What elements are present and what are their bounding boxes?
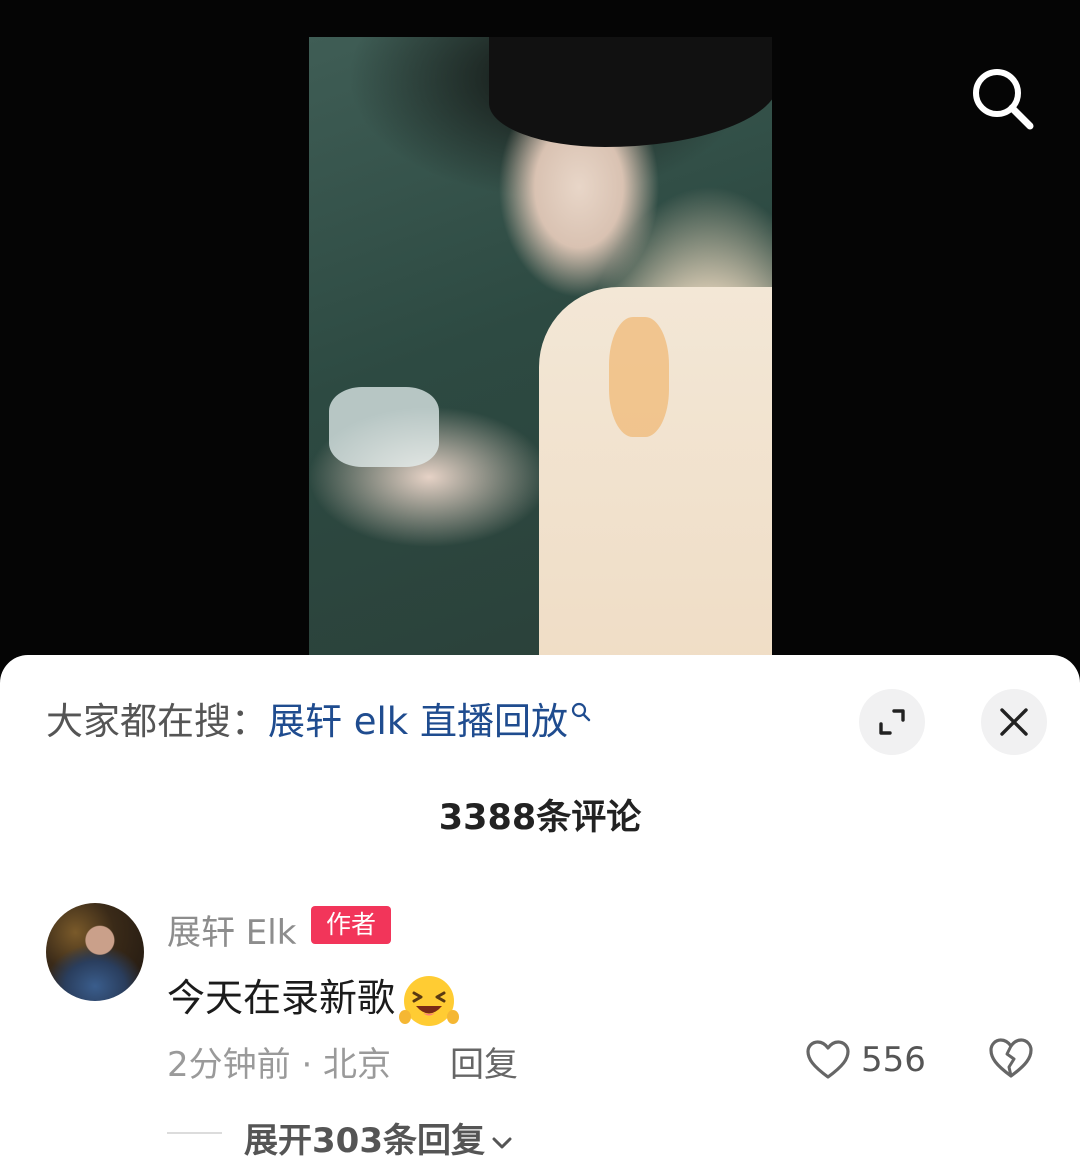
like-count: 556 <box>861 1040 926 1080</box>
avatar[interactable] <box>46 903 144 1001</box>
close-icon <box>1000 708 1028 736</box>
photo-hair <box>489 37 772 147</box>
like-button[interactable]: 556 <box>805 1037 926 1083</box>
dislike-button[interactable] <box>988 1036 1034 1084</box>
expand-replies-label: 展开303条回复 <box>244 1121 485 1161</box>
photo-ice <box>329 387 439 467</box>
comment-text: 今天在录新歌 <box>167 976 396 1020</box>
comment-count: 3388条评论 <box>438 798 642 838</box>
close-button[interactable] <box>981 689 1047 755</box>
comment-time-location: 2分钟前 · 北京 <box>167 1045 392 1085</box>
chevron-down-icon <box>492 1137 512 1148</box>
heart-icon <box>806 1040 850 1079</box>
comments-sheet: 大家都在搜：展轩 elk 直播回放 3388条评论 展轩 Elk 作者 今天在录… <box>0 655 1080 1170</box>
expand-icon <box>879 709 905 735</box>
grinning-squinting-face-emoji <box>399 975 460 1026</box>
author-badge: 作者 <box>311 906 391 944</box>
comment-body: 今天在录新歌 <box>167 967 460 1029</box>
expand-replies-button[interactable]: 展开303条回复 <box>244 1113 513 1162</box>
comment-username[interactable]: 展轩 Elk <box>167 905 296 954</box>
search-icon <box>973 69 1034 130</box>
photo-shirt-accent <box>609 317 669 437</box>
replies-divider <box>167 1132 222 1134</box>
broken-heart-icon <box>989 1038 1033 1078</box>
trending-prefix: 大家都在搜： <box>46 700 268 743</box>
search-button[interactable] <box>966 62 1038 134</box>
expand-button[interactable] <box>859 689 925 755</box>
reply-button[interactable]: 回复 <box>450 1037 518 1086</box>
video-player[interactable] <box>0 0 1080 700</box>
search-icon[interactable] <box>570 701 592 723</box>
video-frame[interactable] <box>309 37 772 677</box>
trending-query-link[interactable]: 展轩 elk 直播回放 <box>268 700 568 743</box>
trending-search: 大家都在搜：展轩 elk 直播回放 <box>46 699 592 745</box>
